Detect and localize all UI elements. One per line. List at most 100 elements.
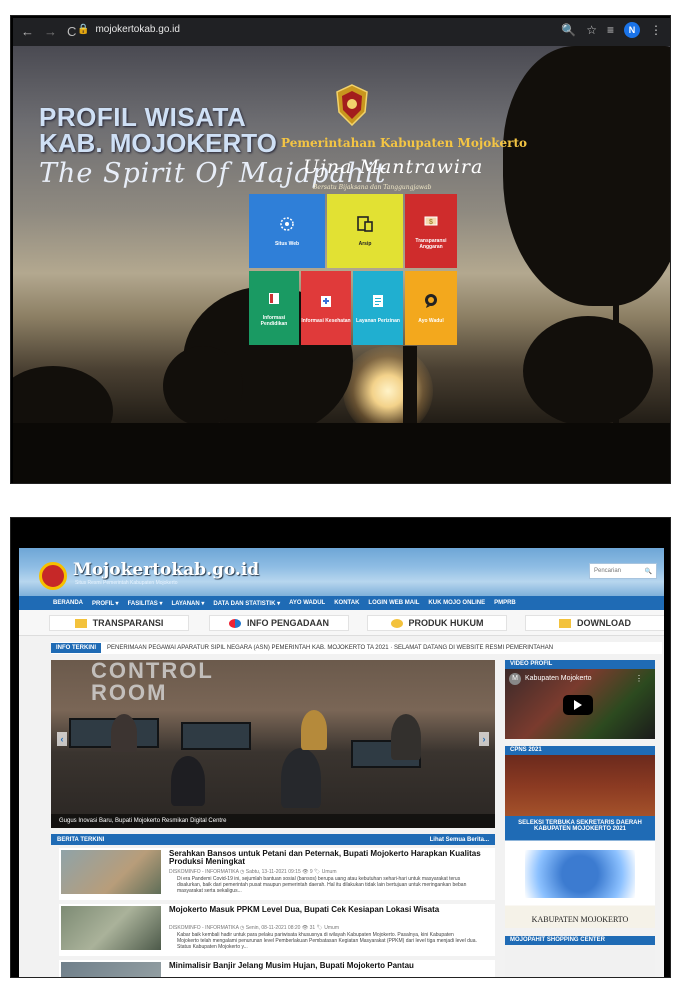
- more-icon[interactable]: ⋮: [635, 674, 643, 683]
- news-title[interactable]: Mojokerto Masuk PPKM Level Dua, Bupati C…: [169, 906, 489, 914]
- slider-person: [171, 756, 205, 806]
- hero-title-line1: PROFIL WISATA: [39, 102, 247, 132]
- star-icon[interactable]: ☆: [586, 23, 597, 37]
- puzzle-icon: [228, 618, 241, 628]
- search-icon[interactable]: 🔍: [645, 568, 652, 575]
- site-logo-subtitle: Situs Resmi Pemerintah Kabupaten Mojoker…: [75, 580, 178, 586]
- menu-icon[interactable]: ⋮: [650, 23, 662, 37]
- news-ticker: INFO TERKINI PENERIMAAN PEGAWAI APARATUR…: [51, 642, 662, 654]
- shopping-widget: MOJOPAHIT SHOPPING CENTER: [505, 936, 655, 977]
- news-item[interactable]: Minimalisir Banjir Jelang Musim Hujan, B…: [59, 960, 495, 977]
- seleksi-illustration: [525, 850, 635, 898]
- play-icon[interactable]: [563, 695, 593, 715]
- menu-item-ayo-wadul[interactable]: AYO WADUL: [289, 600, 325, 606]
- ticker-label: INFO TERKINI: [51, 643, 101, 653]
- seleksi-banner[interactable]: SELEKSI TERBUKA SEKRETARIS DAERAH KABUPA…: [505, 816, 655, 928]
- regency-emblem-icon: [336, 84, 368, 126]
- menu-item-pmprb[interactable]: PMPRB: [494, 600, 516, 606]
- berita-see-all-link[interactable]: Lihat Semua Berita...: [430, 837, 489, 843]
- site-logo-text[interactable]: Mojokertokab.go.id: [73, 560, 259, 580]
- chat-icon: [422, 292, 440, 310]
- tile-label: Informasi Kesehatan: [301, 318, 351, 324]
- pemkab-label: Pemerintahan Kabupaten Mojokerto: [281, 136, 528, 150]
- quick-link-info-pengadaan[interactable]: INFO PENGADAAN: [209, 615, 349, 631]
- browser-toolbar: ← → C 🔒 mojokertokab.go.id 🔍 ☆ ≡ N ⋮: [13, 18, 670, 46]
- ticker-text[interactable]: PENERIMAAN PEGAWAI APARATUR SIPIL NEGARA…: [107, 645, 553, 651]
- forward-icon[interactable]: →: [44, 24, 57, 39]
- seleksi-text: SELEKSI TERBUKA SEKRETARIS DAERAH KABUPA…: [518, 820, 642, 832]
- slider-caption[interactable]: Gugus Inovasi Baru, Bupati Mojokerto Res…: [51, 814, 495, 828]
- browser-nav: ← → C: [21, 24, 76, 39]
- hospital-icon: [317, 292, 335, 310]
- news-thumbnail[interactable]: [61, 850, 161, 894]
- quick-link-label: TRANSPARANSI: [92, 618, 164, 628]
- news-item[interactable]: Serahkan Bansos untuk Petani dan Peterna…: [59, 848, 495, 900]
- menu-item-beranda[interactable]: BERANDA: [53, 600, 83, 606]
- lock-icon: 🔒: [77, 24, 90, 35]
- news-item[interactable]: Mojokerto Masuk PPKM Level Dua, Bupati C…: [59, 904, 495, 956]
- quick-link-transparansi[interactable]: TRANSPARANSI: [49, 615, 189, 631]
- tree-silhouette: [163, 346, 243, 426]
- zoom-icon[interactable]: 🔍: [561, 23, 576, 37]
- website-screenshot: Mojokertokab.go.id Situs Resmi Pemerinta…: [10, 517, 671, 978]
- quick-link-label: PRODUK HUKUM: [408, 618, 484, 628]
- menu-item-kontak[interactable]: KONTAK: [334, 600, 359, 606]
- money-icon: $: [422, 212, 440, 230]
- news-meta: DISKOMINFO - INFORMATIKA ◷ Sabtu, 13-11-…: [169, 869, 337, 875]
- tile-ayo-wadul[interactable]: Ayo Wadul: [405, 271, 457, 345]
- profile-avatar[interactable]: N: [624, 22, 640, 38]
- menu-item-login-webmail[interactable]: LOGIN WEB MAIL: [368, 600, 419, 606]
- gavel-icon: [390, 618, 403, 628]
- slider-next-icon[interactable]: ›: [479, 732, 489, 746]
- tree-silhouette: [503, 46, 670, 306]
- quick-link-download[interactable]: DOWNLOAD: [525, 615, 664, 631]
- news-title[interactable]: Serahkan Bansos untuk Petani dan Peterna…: [169, 850, 489, 866]
- menu-item-data-statistik[interactable]: DATA DAN STATISTIK ▾: [213, 600, 280, 607]
- cpns-title: CPNS 2021: [505, 746, 655, 755]
- slider-prev-icon[interactable]: ‹: [57, 732, 67, 746]
- url-text: mojokertokab.go.id: [95, 24, 180, 35]
- news-thumbnail[interactable]: [61, 906, 161, 950]
- landing-hero: PROFIL WISATA KAB. MOJOKERTO The Spirit …: [13, 46, 670, 483]
- cpns-banner[interactable]: [505, 755, 655, 817]
- slider-person: [391, 714, 421, 760]
- video-player[interactable]: M Kabupaten Mojokerto ⋮: [505, 669, 655, 739]
- news-title[interactable]: Minimalisir Banjir Jelang Musim Hujan, B…: [169, 962, 489, 970]
- menu-item-layanan[interactable]: LAYANAN ▾: [171, 600, 204, 607]
- reload-icon[interactable]: C: [67, 24, 76, 39]
- menu-item-fasilitas[interactable]: FASILITAS ▾: [128, 600, 163, 607]
- news-excerpt: Di era Pandemi Covid-19 ini, sejumlah ba…: [177, 876, 467, 894]
- slider-room-sign: CONTROL ROOM: [91, 660, 214, 705]
- video-profil-widget: VIDEO PROFIL M Kabupaten Mojokerto ⋮: [505, 660, 655, 739]
- menu-item-profil[interactable]: PROFIL ▾: [92, 600, 119, 607]
- motto-text: Ujna Mantrawira: [303, 156, 484, 178]
- tile-label: Situs Web: [274, 241, 300, 247]
- slider-monitor: [181, 722, 251, 750]
- headline-slider[interactable]: CONTROL ROOM ‹ › Gugus Inovasi Baru, Bupa…: [51, 660, 495, 828]
- logo-emblem-icon[interactable]: [39, 562, 67, 590]
- shopping-banner[interactable]: [505, 945, 655, 977]
- tile-transparansi-anggaran[interactable]: $ Transparansi Anggaran: [405, 194, 457, 268]
- back-icon[interactable]: ←: [21, 24, 34, 39]
- tile-arsip[interactable]: Arsip: [327, 194, 403, 268]
- reading-list-icon[interactable]: ≡: [607, 23, 614, 37]
- document-icon: [369, 292, 387, 310]
- globe-icon: [278, 215, 296, 233]
- address-bar[interactable]: 🔒 mojokertokab.go.id: [77, 24, 180, 35]
- shopping-title: MOJOPAHIT SHOPPING CENTER: [505, 936, 655, 945]
- tile-situs-web[interactable]: Situs Web: [249, 194, 325, 268]
- search-input[interactable]: Pencarian 🔍: [589, 563, 657, 579]
- tile-layanan-perizinan[interactable]: Layanan Perizinan: [353, 271, 403, 345]
- tile-informasi-kesehatan[interactable]: Informasi Kesehatan: [301, 271, 351, 345]
- news-thumbnail[interactable]: [61, 962, 161, 977]
- hero-title-line2: KAB. MOJOKERTO: [39, 128, 277, 158]
- search-placeholder: Pencarian: [594, 568, 622, 574]
- channel-name[interactable]: Kabupaten Mojokerto: [525, 675, 592, 682]
- folder-icon: [74, 618, 87, 628]
- tile-informasi-pendidikan[interactable]: Informasi Pendidikan: [249, 271, 299, 345]
- tile-label: Transparansi Anggaran: [415, 238, 447, 250]
- seleksi-widget: SELEKSI TERBUKA SEKRETARIS DAERAH KABUPA…: [505, 816, 655, 928]
- quick-link-produk-hukum[interactable]: PRODUK HUKUM: [367, 615, 507, 631]
- menu-item-kuk-mojo[interactable]: KUK MOJO ONLINE: [428, 600, 485, 606]
- site-header: Mojokertokab.go.id Situs Resmi Pemerinta…: [19, 548, 664, 596]
